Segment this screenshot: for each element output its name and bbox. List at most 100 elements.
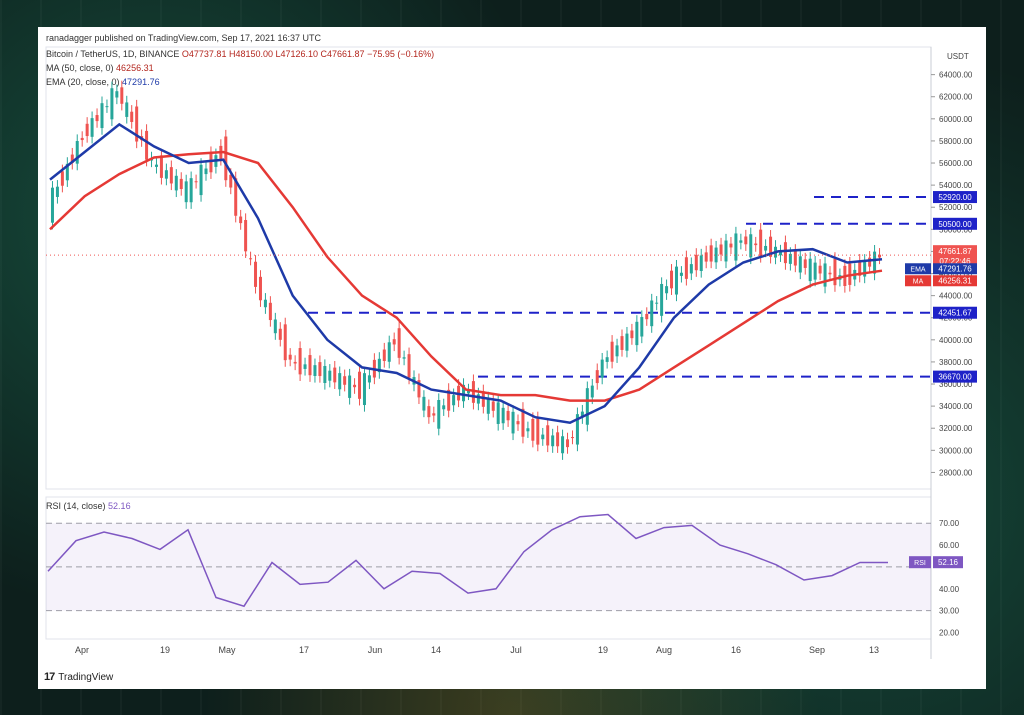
candle-body: [50, 187, 54, 223]
candle-body: [194, 181, 198, 183]
y-tick-label: 60000.00: [939, 115, 973, 124]
candle-body: [392, 339, 396, 345]
candle-body: [303, 364, 307, 369]
y-tick-label: 64000.00: [939, 71, 973, 80]
candle-body: [709, 245, 713, 262]
candle-body: [501, 407, 505, 424]
x-tick-label: May: [218, 645, 236, 655]
last-price-label: 47661.87: [938, 247, 972, 256]
candle-body: [229, 174, 233, 188]
y-tick-label: 62000.00: [939, 93, 973, 102]
candle-body: [343, 376, 347, 385]
level-tag-label: 36670.00: [938, 373, 972, 382]
candle-body: [60, 171, 64, 186]
candle-body: [402, 357, 406, 359]
candle-body: [145, 130, 149, 160]
candle-body: [655, 302, 659, 304]
candle-body: [670, 270, 674, 289]
candle-body: [204, 168, 208, 175]
candle-body: [620, 336, 624, 350]
chart-card: ranadagger published on TradingView.com,…: [38, 27, 986, 689]
candle-body: [263, 299, 267, 308]
candle-body: [100, 103, 104, 129]
candle-body: [630, 330, 634, 339]
y-tick-label: 34000.00: [939, 402, 973, 411]
candle-body: [719, 244, 723, 255]
candle-body: [130, 111, 134, 122]
candle-body: [239, 216, 243, 224]
candle-body: [254, 261, 258, 287]
x-tick-label: 13: [869, 645, 879, 655]
y-tick-label: 28000.00: [939, 468, 973, 477]
candle-body: [55, 186, 59, 197]
y-tick-label: 44000.00: [939, 292, 973, 301]
candle-body: [714, 247, 718, 263]
y-tick-label: 56000.00: [939, 159, 973, 168]
candle-body: [645, 313, 649, 320]
candle-body: [333, 367, 337, 383]
candle-body: [491, 401, 495, 411]
candle-body: [348, 375, 352, 398]
candle-body: [665, 286, 669, 294]
candle-body: [318, 362, 322, 377]
candle-body: [739, 240, 743, 243]
tradingview-logo-icon: 17: [44, 671, 55, 683]
candle-body: [293, 361, 297, 364]
candle-body: [585, 388, 589, 425]
candle-body: [422, 396, 426, 411]
candle-body: [442, 405, 446, 410]
candle-body: [600, 359, 604, 378]
ema-value-label: 47291.76: [938, 264, 972, 273]
rsi-tick-label: 40.00: [939, 585, 960, 594]
level-tag-label: 52920.00: [938, 193, 972, 202]
candle-body: [516, 421, 520, 425]
chart-canvas[interactable]: 64000.00 62000.00 60000.00 58000.00 56000.00…: [38, 27, 986, 689]
candle-body: [679, 272, 683, 276]
candle-body: [793, 250, 797, 266]
rsi-tag: RSI: [914, 560, 926, 567]
x-tick-label: 19: [160, 645, 170, 655]
candle-body: [189, 178, 193, 203]
candle-body: [595, 370, 599, 384]
level-tag-label: 50500.00: [938, 220, 972, 229]
candle-body: [244, 220, 248, 252]
candle-body: [278, 328, 282, 340]
candle-body: [90, 118, 94, 137]
candle-body: [674, 266, 678, 295]
candle-body: [813, 262, 817, 280]
candle-body: [199, 164, 203, 196]
candle-body: [283, 324, 287, 361]
level-tag-label: 42451.67: [938, 309, 972, 318]
ma-tag: MA: [913, 278, 924, 285]
candle-body: [80, 137, 84, 141]
ema-line: [49, 122, 883, 424]
candle-body: [362, 373, 366, 406]
x-tick-label: 19: [598, 645, 608, 655]
candle-body: [268, 302, 272, 321]
x-tick-label: 14: [431, 645, 441, 655]
candle-body: [610, 341, 614, 362]
tradingview-footer: 17 TradingView: [44, 671, 113, 683]
y-tick-label: 32000.00: [939, 424, 973, 433]
candle-body: [551, 435, 555, 447]
x-tick-label: Aug: [656, 645, 672, 655]
y-tick-label: 52000.00: [939, 203, 973, 212]
candle-body: [486, 398, 490, 414]
candle-body: [224, 136, 228, 181]
candle-body: [546, 425, 550, 446]
candle-body: [635, 321, 639, 346]
candle-body: [308, 355, 312, 376]
candle-body: [566, 439, 570, 448]
candle-body: [437, 400, 441, 429]
candle-body: [828, 272, 832, 275]
candle-body: [159, 155, 163, 178]
candle-body: [823, 263, 827, 287]
candle-body: [556, 432, 560, 447]
candle-body: [783, 242, 787, 264]
candle-body: [724, 240, 728, 262]
currency-label: USDT: [947, 52, 969, 61]
candle-body: [650, 300, 654, 327]
candle-body: [105, 106, 109, 108]
x-tick-label: Jul: [510, 645, 522, 655]
candle-body: [353, 384, 357, 388]
